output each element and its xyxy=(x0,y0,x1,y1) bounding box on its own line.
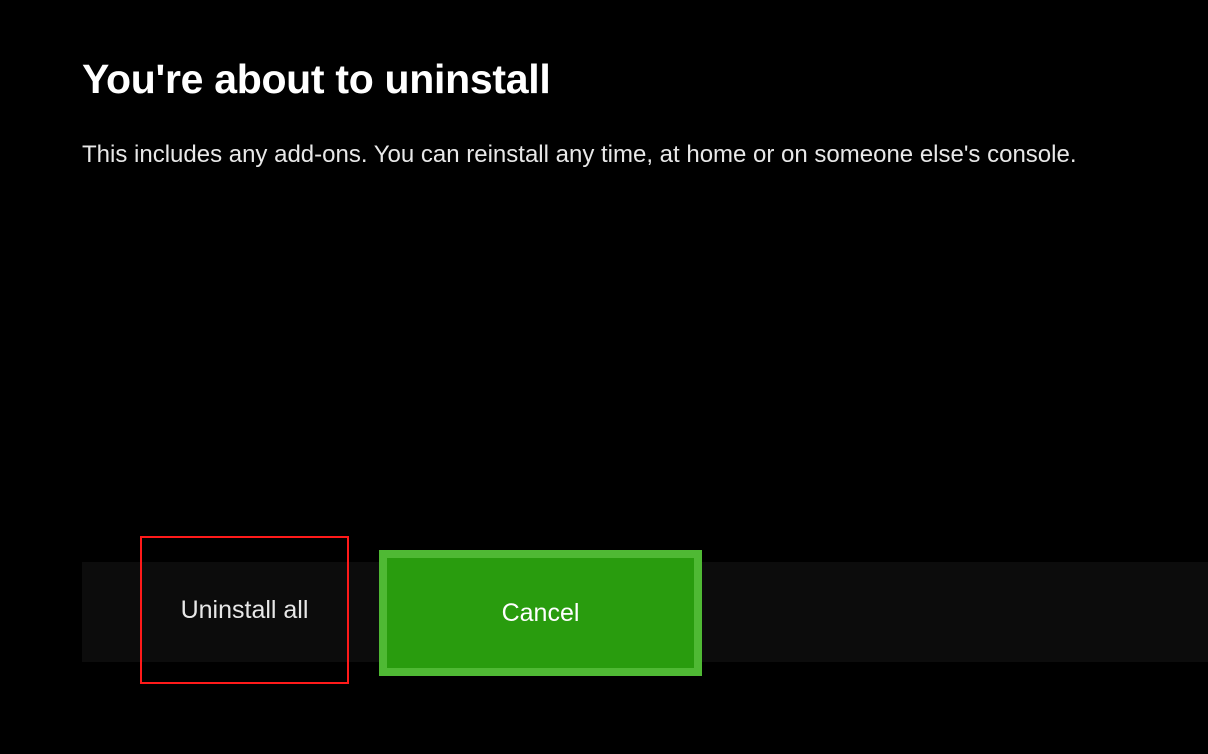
uninstall-all-button[interactable]: Uninstall all xyxy=(140,536,349,684)
cancel-button[interactable]: Cancel xyxy=(379,550,702,676)
uninstall-all-label: Uninstall all xyxy=(181,596,309,625)
dialog-content: You're about to uninstall This includes … xyxy=(0,0,1208,171)
dialog-title: You're about to uninstall xyxy=(82,56,1126,103)
cancel-label: Cancel xyxy=(502,599,580,628)
dialog-description: This includes any add-ons. You can reins… xyxy=(82,139,1126,171)
button-row: Uninstall all Cancel xyxy=(0,536,1208,684)
